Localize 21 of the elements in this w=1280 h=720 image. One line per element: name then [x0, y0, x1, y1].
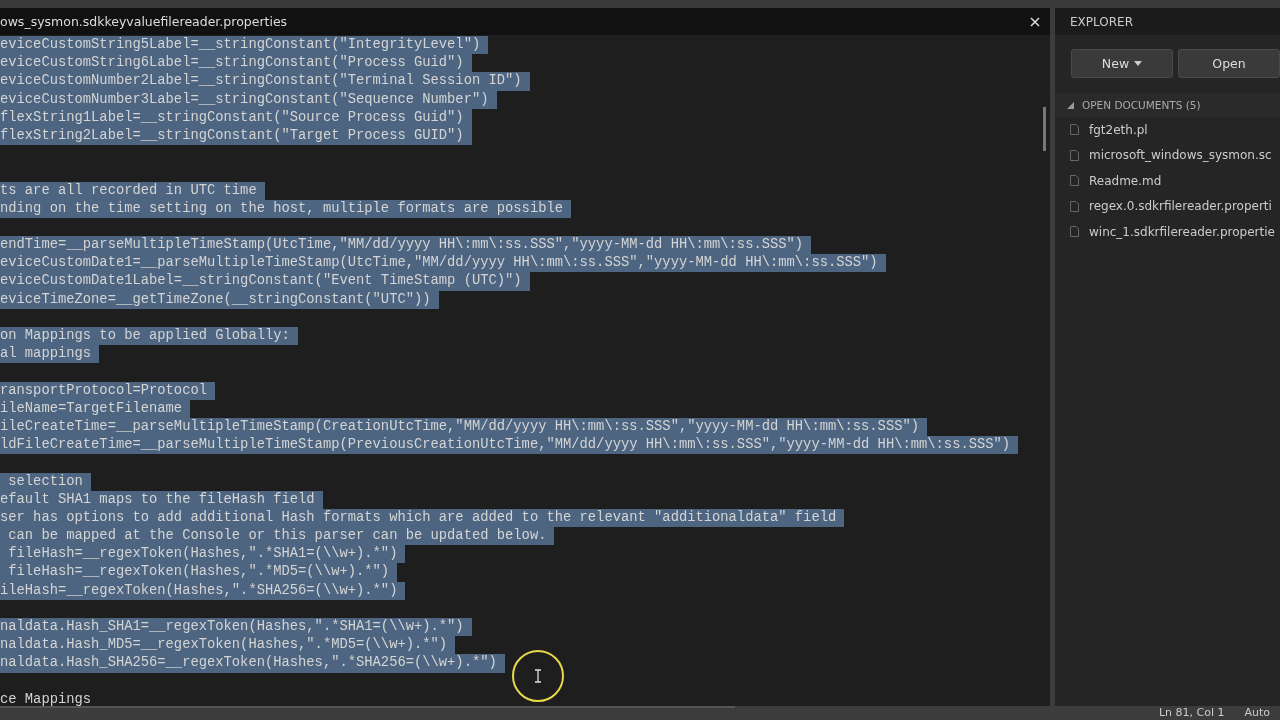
file-icon	[1070, 226, 1079, 238]
file-name[interactable]: Readme.md	[1089, 173, 1162, 188]
explorer-title: EXPLORER	[1070, 14, 1133, 29]
code-line: ce Mappings	[0, 690, 92, 706]
open-button[interactable]: Open	[1178, 49, 1280, 78]
cursor-position[interactable]: Ln 81, Col 1	[1158, 706, 1225, 720]
file-name[interactable]: regex.0.sdkrfilereader.properti	[1089, 199, 1272, 214]
file-name[interactable]: fgt2eth.pl	[1089, 122, 1148, 137]
file-icon	[1070, 200, 1079, 212]
close-icon[interactable]	[1030, 16, 1040, 27]
language-mode[interactable]: Auto	[1244, 706, 1270, 720]
file-icon	[1070, 124, 1079, 136]
file-name[interactable]: microsoft_windows_sysmon.sc	[1089, 148, 1272, 163]
new-dropdown-button[interactable]: New	[1071, 49, 1173, 78]
expand-triangle-icon[interactable]	[1067, 101, 1074, 109]
mouse-cursor-icon	[511, 649, 565, 703]
file-icon	[1070, 175, 1079, 187]
file-tab-title[interactable]: ows_sysmon.sdkkeyvaluefilereader.properties	[0, 14, 288, 29]
scrollbar-thumb[interactable]	[1043, 107, 1046, 151]
file-name[interactable]: winc_1.sdkrfilereader.propertie	[1089, 224, 1275, 239]
file-icon	[1070, 149, 1079, 161]
